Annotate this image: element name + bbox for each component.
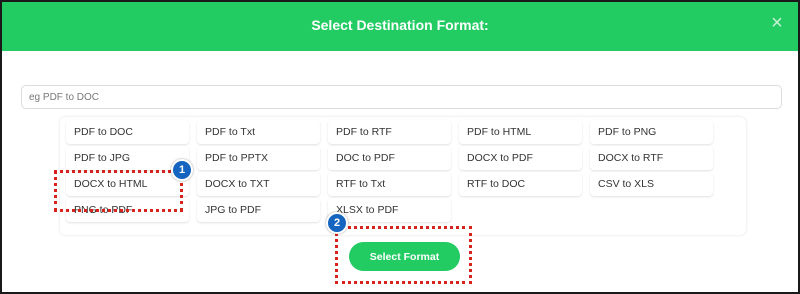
close-icon[interactable]: × [768,13,786,33]
dialog-header: Select Destination Format: × [2,2,798,51]
format-option-pdf-to-rtf[interactable]: PDF to RTF [328,120,451,144]
format-option-rtf-to-doc[interactable]: RTF to DOC [459,172,582,196]
format-option-pdf-to-png[interactable]: PDF to PNG [590,120,713,144]
format-search-input[interactable] [21,85,782,109]
format-option-pdf-to-txt[interactable]: PDF to Txt [197,120,320,144]
format-option-docx-to-html[interactable]: DOCX to HTML [66,172,189,196]
format-option-pdf-to-pptx[interactable]: PDF to PPTX [197,146,320,170]
format-option-jpg-to-pdf[interactable]: JPG to PDF [197,198,320,222]
dialog-title: Select Destination Format: [311,17,489,33]
format-option-png-to-pdf[interactable]: PNG to PDF [66,198,189,222]
format-option-docx-to-txt[interactable]: DOCX to TXT [197,172,320,196]
format-option-pdf-to-html[interactable]: PDF to HTML [459,120,582,144]
step-marker-1: 1 [171,159,193,181]
format-options-grid: PDF to DOC PDF to Txt PDF to RTF PDF to … [66,120,713,222]
format-option-rtf-to-txt[interactable]: RTF to Txt [328,172,451,196]
format-option-pdf-to-doc[interactable]: PDF to DOC [66,120,189,144]
format-option-docx-to-pdf[interactable]: DOCX to PDF [459,146,582,170]
format-option-doc-to-pdf[interactable]: DOC to PDF [328,146,451,170]
dialog-window: Select Destination Format: × PDF to DOC … [0,0,800,294]
step-marker-2: 2 [326,212,348,234]
format-option-csv-to-xls[interactable]: CSV to XLS [590,172,713,196]
select-format-button[interactable]: Select Format [349,242,460,271]
format-option-docx-to-rtf[interactable]: DOCX to RTF [590,146,713,170]
